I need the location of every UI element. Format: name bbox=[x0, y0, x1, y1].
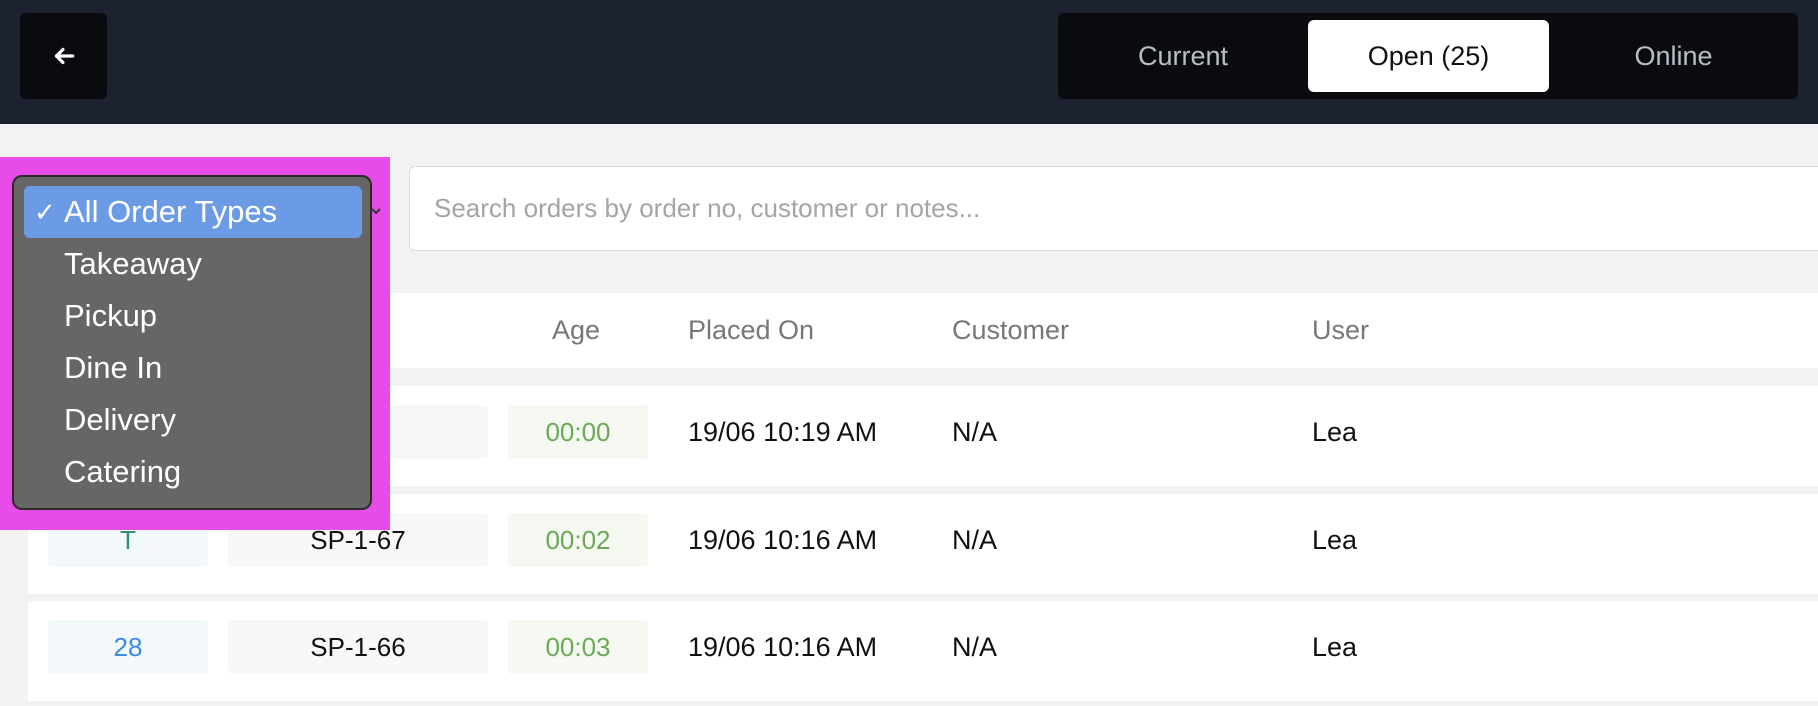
option-label: All Order Types bbox=[64, 194, 278, 229]
checkmark-icon: ✓ bbox=[34, 196, 56, 227]
order-age: 00:00 bbox=[508, 405, 648, 459]
customer: N/A bbox=[952, 416, 998, 447]
option-label: Takeaway bbox=[64, 246, 202, 281]
column-customer: Customer bbox=[952, 315, 1070, 345]
dropdown-option-dine-in[interactable]: Dine In bbox=[24, 342, 362, 394]
top-bar: Current Open (25) Online bbox=[0, 0, 1818, 124]
tab-online[interactable]: Online bbox=[1549, 20, 1798, 92]
user: Lea bbox=[1312, 416, 1358, 447]
dropdown-option-all-order-types[interactable]: ✓ All Order Types bbox=[24, 186, 362, 238]
dropdown-option-takeaway[interactable]: Takeaway bbox=[24, 238, 362, 290]
order-view-tabs: Current Open (25) Online bbox=[1058, 13, 1798, 99]
option-label: Catering bbox=[64, 454, 182, 489]
customer: N/A bbox=[952, 631, 998, 662]
order-type-badge: 28 bbox=[48, 620, 208, 674]
search-input[interactable] bbox=[409, 166, 1818, 251]
placed-on: 19/06 10:16 AM bbox=[688, 631, 878, 662]
column-placed-on: Placed On bbox=[688, 315, 815, 345]
tab-current[interactable]: Current bbox=[1058, 20, 1308, 92]
order-type-dropdown[interactable]: ✓ All Order Types Takeaway Pickup Dine I… bbox=[12, 175, 372, 510]
dropdown-option-delivery[interactable]: Delivery bbox=[24, 394, 362, 446]
placed-on: 19/06 10:19 AM bbox=[688, 416, 878, 447]
order-age: 00:02 bbox=[508, 513, 648, 567]
tab-open[interactable]: Open (25) bbox=[1308, 20, 1549, 92]
order-number: SP-1-66 bbox=[228, 620, 488, 674]
table-row[interactable]: 28 SP-1-66 00:03 19/06 10:16 AM N/A Lea bbox=[28, 601, 1818, 701]
option-label: Dine In bbox=[64, 350, 163, 385]
option-label: Delivery bbox=[64, 402, 176, 437]
option-label: Pickup bbox=[64, 298, 158, 333]
user: Lea bbox=[1312, 524, 1358, 555]
column-user: User bbox=[1312, 315, 1370, 345]
user: Lea bbox=[1312, 631, 1358, 662]
dropdown-option-catering[interactable]: Catering bbox=[24, 446, 362, 498]
back-button[interactable] bbox=[20, 13, 107, 99]
customer: N/A bbox=[952, 524, 998, 555]
dropdown-option-pickup[interactable]: Pickup bbox=[24, 290, 362, 342]
order-age: 00:03 bbox=[508, 620, 648, 674]
column-age: Age bbox=[552, 315, 601, 345]
placed-on: 19/06 10:16 AM bbox=[688, 524, 878, 555]
arrow-left-icon bbox=[54, 47, 74, 65]
